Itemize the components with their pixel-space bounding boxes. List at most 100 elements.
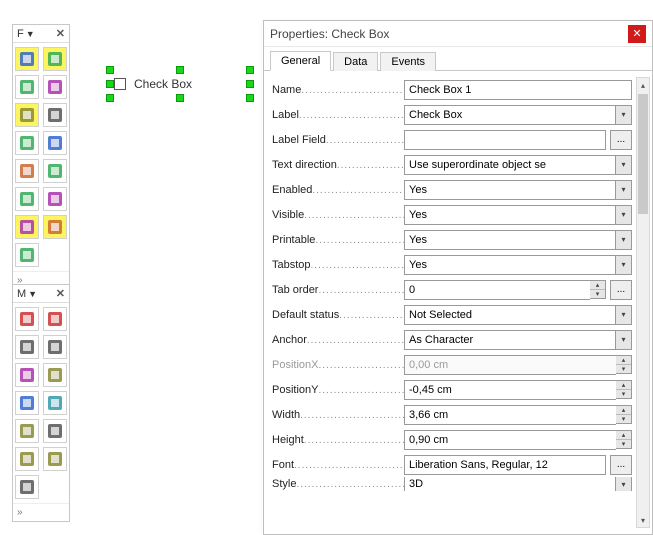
chevron-down-icon[interactable]: ▾ (615, 156, 631, 174)
ellipsis-button[interactable]: ... (610, 130, 632, 150)
property-spin-input[interactable] (405, 281, 590, 299)
property-input-font[interactable] (404, 455, 606, 475)
table-tool-icon[interactable] (43, 215, 67, 239)
tab-data[interactable]: Data (333, 52, 378, 71)
chevron-down-icon[interactable]: ▾ (615, 306, 631, 324)
resize-handle[interactable] (246, 94, 254, 102)
spin-up-button[interactable]: ▴ (616, 381, 631, 390)
resize-handle[interactable] (106, 66, 114, 74)
spin-down-button[interactable]: ▾ (590, 290, 605, 298)
resize-handle[interactable] (176, 94, 184, 102)
resize-handle[interactable] (246, 80, 254, 88)
property-spin-width[interactable] (404, 405, 616, 425)
property-spin-input[interactable] (405, 406, 616, 424)
tab-events[interactable]: Events (380, 52, 436, 71)
edit-tool-icon[interactable] (43, 47, 67, 71)
hash-tool-icon[interactable] (15, 131, 39, 155)
scroll-up-button[interactable]: ▴ (637, 78, 649, 92)
close-icon[interactable]: ✕ (56, 27, 65, 40)
list-tool-icon[interactable] (43, 159, 67, 183)
resize-handle[interactable] (106, 94, 114, 102)
chevron-down-icon[interactable]: ▾ (615, 106, 631, 124)
resize-handle[interactable] (106, 80, 114, 88)
ellipsis-button[interactable]: ... (610, 455, 632, 475)
toggle1-icon[interactable] (15, 307, 39, 331)
property-combo-input[interactable] (405, 477, 615, 491)
property-combo-anchor[interactable]: ▾ (404, 330, 632, 350)
property-spin-tab_order[interactable] (404, 280, 590, 300)
vertical-scrollbar[interactable]: ▴ ▾ (636, 77, 650, 528)
low-tool-icon[interactable] (15, 215, 39, 239)
chevron-down-icon[interactable]: ▾ (615, 331, 631, 349)
box-tool-icon[interactable] (43, 75, 67, 99)
more-palette-header[interactable]: M ▼ ✕ (13, 285, 69, 303)
dash-icon[interactable] (15, 475, 39, 499)
property-combo-input[interactable] (405, 181, 615, 199)
calendar-icon[interactable] (15, 363, 39, 387)
property-combo-visible[interactable]: ▾ (404, 205, 632, 225)
toggle2-icon[interactable] (43, 307, 67, 331)
doc1-icon[interactable] (15, 335, 39, 359)
radio-tool-icon[interactable] (15, 159, 39, 183)
checkbox-tool-icon[interactable] (15, 103, 39, 127)
forms-palette-header[interactable]: F ▼ ✕ (13, 25, 69, 43)
chevron-down-icon[interactable]: ▾ (615, 231, 631, 249)
circle-tool-icon[interactable] (43, 131, 67, 155)
property-combo-input[interactable] (405, 306, 615, 324)
num123-icon[interactable] (43, 391, 67, 415)
save-tool-icon[interactable] (15, 187, 39, 211)
pin-icon[interactable] (15, 391, 39, 415)
spin-up-button[interactable]: ▴ (616, 431, 631, 440)
textbox-tool-icon[interactable] (43, 103, 67, 127)
close-icon[interactable]: ✕ (56, 287, 65, 300)
ellipsis-button[interactable]: ... (610, 280, 632, 300)
forms-palette-dropdown-icon[interactable]: ▼ (26, 29, 35, 39)
property-combo-input[interactable] (405, 206, 615, 224)
select-tool-icon[interactable] (15, 47, 39, 71)
resize-handle[interactable] (246, 66, 254, 74)
tab-general[interactable]: General (270, 51, 331, 71)
canvas-checkbox-selection[interactable]: Check Box (110, 70, 250, 98)
property-combo-input[interactable] (405, 231, 615, 249)
spin-up-button[interactable]: ▴ (590, 281, 605, 290)
box2-icon[interactable] (43, 419, 67, 443)
chevron-down-icon[interactable]: ▾ (615, 181, 631, 199)
chevron-down-icon[interactable]: ▾ (615, 206, 631, 224)
spin-down-button[interactable]: ▾ (616, 415, 631, 423)
property-combo-printable[interactable]: ▾ (404, 230, 632, 250)
property-combo-label[interactable]: ▾ (404, 105, 632, 125)
abc-tool-icon[interactable] (43, 187, 67, 211)
dialog-titlebar[interactable]: Properties: Check Box ✕ (264, 21, 652, 47)
doc2-icon[interactable] (43, 335, 67, 359)
scrollbar-thumb[interactable] (638, 94, 648, 214)
close-button[interactable]: ✕ (628, 25, 646, 43)
spin-up-button[interactable]: ▴ (616, 406, 631, 415)
property-spin-input[interactable] (405, 381, 616, 399)
property-spin-positiony[interactable] (404, 380, 616, 400)
property-combo-text_dir[interactable]: ▾ (404, 155, 632, 175)
property-combo-tabstop[interactable]: ▾ (404, 255, 632, 275)
spin-down-button[interactable]: ▾ (616, 440, 631, 448)
resize-handle[interactable] (176, 66, 184, 74)
property-spin-height[interactable] (404, 430, 616, 450)
more-palette-dropdown-icon[interactable]: ▼ (28, 289, 37, 299)
property-combo-input[interactable] (405, 331, 615, 349)
property-combo-input[interactable] (405, 256, 615, 274)
grid-tool-icon[interactable] (15, 75, 39, 99)
property-input-label_field[interactable] (404, 130, 606, 150)
property-combo-input[interactable] (405, 156, 615, 174)
property-input-name[interactable] (404, 80, 632, 100)
grid2-icon[interactable] (15, 447, 39, 471)
property-combo-style[interactable]: ▾ (404, 477, 632, 491)
coins-icon[interactable] (15, 419, 39, 443)
spin-down-button[interactable]: ▾ (616, 390, 631, 398)
property-combo-enabled[interactable]: ▾ (404, 180, 632, 200)
wand-tool-icon[interactable] (15, 243, 39, 267)
chevron-down-icon[interactable]: ▾ (615, 477, 631, 491)
property-spin-input[interactable] (405, 431, 616, 449)
chevron-down-icon[interactable]: ▾ (615, 256, 631, 274)
overflow-icon[interactable]: » (17, 507, 23, 518)
property-combo-default_status[interactable]: ▾ (404, 305, 632, 325)
scroll-down-button[interactable]: ▾ (637, 513, 649, 527)
property-combo-input[interactable] (405, 106, 615, 124)
